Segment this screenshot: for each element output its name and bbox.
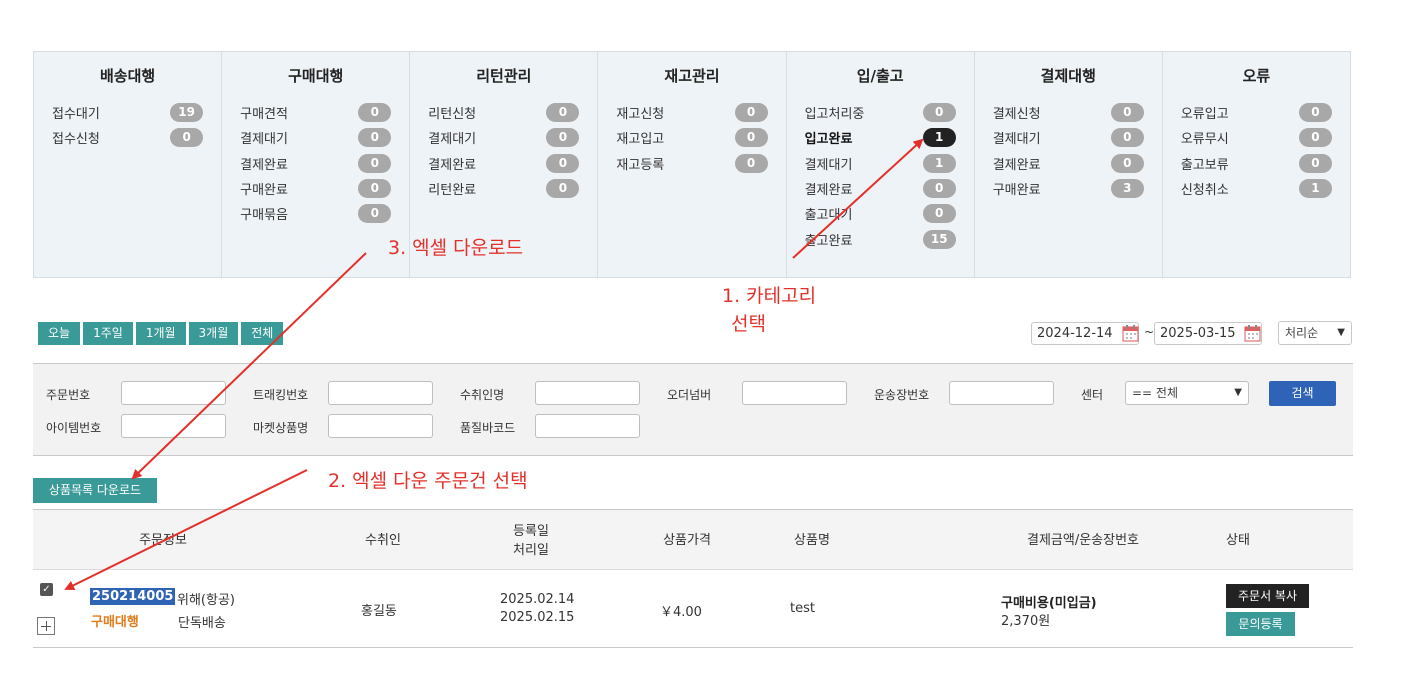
- annotation-step2: 2. 엑셀 다운 주문건 선택: [328, 470, 528, 492]
- arrow-to-download: [131, 252, 367, 480]
- arrow-to-category: [792, 138, 924, 259]
- annotation-step1-line1: 1. 카테고리: [722, 285, 817, 307]
- annotation-step1-line2: 선택: [731, 313, 766, 335]
- arrow-to-checkbox: [64, 469, 308, 590]
- annotation-arrows: [64, 138, 924, 590]
- annotation-step3: 3. 엑셀 다운로드: [388, 237, 524, 259]
